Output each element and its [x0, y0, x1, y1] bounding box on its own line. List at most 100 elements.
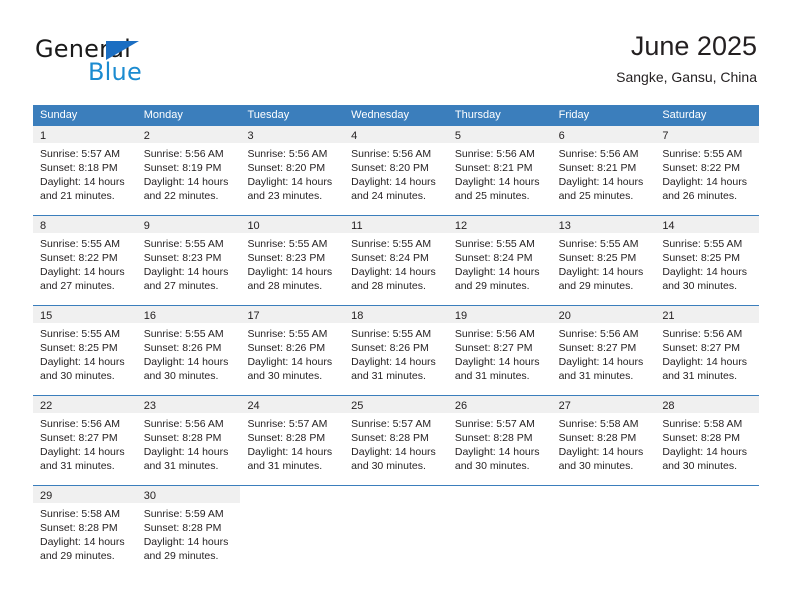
sunset-text: Sunset: 8:28 PM — [454, 432, 533, 444]
day-number-bar: 5 — [447, 126, 552, 143]
day-cell[interactable]: 20 Sunrise: 5:56 AM Sunset: 8:27 PM Dayl… — [551, 306, 656, 395]
sunrise-text: Sunrise: 5:58 AM — [662, 418, 743, 430]
day-cell[interactable]: 4 Sunrise: 5:56 AM Sunset: 8:20 PM Dayli… — [344, 126, 448, 215]
daylight-text-line1: Daylight: 14 hours — [558, 446, 644, 458]
day-details: Sunrise: 5:59 AM Sunset: 8:28 PM Dayligh… — [137, 503, 241, 563]
day-cell[interactable]: 25 Sunrise: 5:57 AM Sunset: 8:28 PM Dayl… — [344, 396, 448, 485]
day-details: Sunrise: 5:55 AM Sunset: 8:23 PM Dayligh… — [240, 233, 344, 293]
day-cell[interactable]: 23 Sunrise: 5:56 AM Sunset: 8:28 PM Dayl… — [136, 396, 241, 485]
day-cell[interactable]: 6 Sunrise: 5:56 AM Sunset: 8:21 PM Dayli… — [551, 126, 656, 215]
sunrise-text: Sunrise: 5:55 AM — [40, 328, 120, 340]
sunrise-text: Sunrise: 5:59 AM — [143, 508, 224, 520]
day-cell[interactable]: 12 Sunrise: 5:55 AM Sunset: 8:24 PM Dayl… — [447, 216, 552, 305]
day-cell[interactable]: 15 Sunrise: 5:55 AM Sunset: 8:25 PM Dayl… — [33, 306, 137, 395]
day-cell[interactable]: 16 Sunrise: 5:55 AM Sunset: 8:26 PM Dayl… — [136, 306, 241, 395]
day-cell[interactable]: 22 Sunrise: 5:56 AM Sunset: 8:27 PM Dayl… — [33, 396, 137, 485]
day-details: Sunrise: 5:55 AM Sunset: 8:24 PM Dayligh… — [344, 233, 448, 293]
day-number: 28 — [662, 400, 675, 412]
week-row: 29 Sunrise: 5:58 AM Sunset: 8:28 PM Dayl… — [33, 485, 760, 575]
sunrise-text: Sunrise: 5:55 AM — [247, 328, 328, 340]
day-number-bar — [448, 486, 552, 503]
daylight-text-line2: and 29 minutes. — [558, 280, 634, 292]
sunrise-text: Sunrise: 5:57 AM — [40, 148, 120, 160]
day-cell[interactable]: 21 Sunrise: 5:56 AM Sunset: 8:27 PM Dayl… — [655, 306, 760, 395]
day-number-bar: 30 — [136, 486, 241, 503]
day-cell[interactable]: 17 Sunrise: 5:55 AM Sunset: 8:26 PM Dayl… — [240, 306, 345, 395]
day-details: Sunrise: 5:55 AM Sunset: 8:24 PM Dayligh… — [448, 233, 552, 293]
sunset-text: Sunset: 8:28 PM — [143, 522, 222, 534]
day-cell[interactable]: 18 Sunrise: 5:55 AM Sunset: 8:26 PM Dayl… — [344, 306, 448, 395]
day-cell[interactable]: 24 Sunrise: 5:57 AM Sunset: 8:28 PM Dayl… — [240, 396, 345, 485]
daylight-text-line1: Daylight: 14 hours — [143, 356, 229, 368]
daylight-text-line2: and 30 minutes. — [143, 370, 219, 382]
sunset-text: Sunset: 8:23 PM — [143, 252, 222, 264]
day-cell[interactable]: 7 Sunrise: 5:55 AM Sunset: 8:22 PM Dayli… — [655, 126, 760, 215]
daylight-text-line1: Daylight: 14 hours — [662, 176, 747, 188]
sunset-text: Sunset: 8:28 PM — [558, 432, 637, 444]
daylight-text-line2: and 30 minutes. — [247, 370, 323, 382]
day-cell[interactable]: 27 Sunrise: 5:58 AM Sunset: 8:28 PM Dayl… — [551, 396, 656, 485]
day-details: Sunrise: 5:55 AM Sunset: 8:25 PM Dayligh… — [655, 233, 759, 293]
sunset-text: Sunset: 8:28 PM — [143, 432, 222, 444]
sunset-text: Sunset: 8:28 PM — [40, 522, 118, 534]
day-cell[interactable]: 29 Sunrise: 5:58 AM Sunset: 8:28 PM Dayl… — [33, 486, 137, 575]
day-details: Sunrise: 5:56 AM Sunset: 8:28 PM Dayligh… — [137, 413, 241, 473]
day-number: 16 — [143, 310, 156, 322]
daylight-text-line1: Daylight: 14 hours — [351, 446, 436, 458]
sunrise-text: Sunrise: 5:55 AM — [247, 238, 328, 250]
week-row: 8 Sunrise: 5:55 AM Sunset: 8:22 PM Dayli… — [33, 215, 760, 305]
daylight-text-line2: and 30 minutes. — [40, 370, 115, 382]
day-cell[interactable]: 28 Sunrise: 5:58 AM Sunset: 8:28 PM Dayl… — [655, 396, 760, 485]
daylight-text-line2: and 30 minutes. — [662, 460, 738, 472]
day-cell[interactable]: 8 Sunrise: 5:55 AM Sunset: 8:22 PM Dayli… — [33, 216, 137, 305]
day-number: 2 — [143, 130, 150, 142]
calendar-page: General Blue June 2025 Sangke, Gansu, Ch… — [0, 0, 792, 612]
day-cell[interactable]: 2 Sunrise: 5:56 AM Sunset: 8:19 PM Dayli… — [136, 126, 241, 215]
day-cell[interactable]: 3 Sunrise: 5:56 AM Sunset: 8:20 PM Dayli… — [240, 126, 345, 215]
day-number-bar: 12 — [447, 216, 552, 233]
daylight-text-line2: and 23 minutes. — [247, 190, 323, 202]
day-number-bar: 29 — [33, 486, 137, 503]
day-cell[interactable]: 13 Sunrise: 5:55 AM Sunset: 8:25 PM Dayl… — [551, 216, 656, 305]
day-cell[interactable]: 1 Sunrise: 5:57 AM Sunset: 8:18 PM Dayli… — [33, 126, 137, 215]
day-cell[interactable]: 14 Sunrise: 5:55 AM Sunset: 8:25 PM Dayl… — [655, 216, 760, 305]
daylight-text-line2: and 26 minutes. — [662, 190, 738, 202]
sunset-text: Sunset: 8:28 PM — [351, 432, 429, 444]
sunset-text: Sunset: 8:20 PM — [351, 162, 429, 174]
day-number: 21 — [662, 310, 675, 322]
day-number-bar: 18 — [344, 306, 448, 323]
weekday-header-saturday: Saturday — [662, 109, 707, 121]
day-cell[interactable]: 19 Sunrise: 5:56 AM Sunset: 8:27 PM Dayl… — [447, 306, 552, 395]
daylight-text-line2: and 30 minutes. — [558, 460, 634, 472]
page-header: General Blue June 2025 Sangke, Gansu, Ch… — [0, 0, 792, 96]
sunrise-text: Sunrise: 5:57 AM — [247, 418, 328, 430]
brand-logo[interactable]: General Blue — [35, 37, 245, 87]
daylight-text-line2: and 31 minutes. — [247, 460, 323, 472]
day-number-bar — [240, 486, 344, 503]
daylight-text-line1: Daylight: 14 hours — [143, 536, 229, 548]
day-number-bar: 25 — [344, 396, 448, 413]
day-number-bar: 10 — [240, 216, 345, 233]
day-cell[interactable]: 5 Sunrise: 5:56 AM Sunset: 8:21 PM Dayli… — [447, 126, 552, 215]
day-details: Sunrise: 5:56 AM Sunset: 8:27 PM Dayligh… — [552, 323, 656, 383]
daylight-text-line2: and 21 minutes. — [40, 190, 115, 202]
daylight-text-line2: and 30 minutes. — [662, 280, 738, 292]
sunset-text: Sunset: 8:19 PM — [143, 162, 222, 174]
day-cell[interactable]: 11 Sunrise: 5:55 AM Sunset: 8:24 PM Dayl… — [344, 216, 448, 305]
daylight-text-line2: and 28 minutes. — [351, 280, 426, 292]
day-number-bar — [552, 486, 656, 503]
day-cell[interactable]: 30 Sunrise: 5:59 AM Sunset: 8:28 PM Dayl… — [136, 486, 241, 575]
daylight-text-line2: and 31 minutes. — [558, 370, 634, 382]
day-details: Sunrise: 5:55 AM Sunset: 8:22 PM Dayligh… — [655, 143, 759, 203]
day-cell[interactable]: 10 Sunrise: 5:55 AM Sunset: 8:23 PM Dayl… — [240, 216, 345, 305]
sunset-text: Sunset: 8:25 PM — [558, 252, 637, 264]
day-cell[interactable]: 26 Sunrise: 5:57 AM Sunset: 8:28 PM Dayl… — [447, 396, 552, 485]
weekday-header-row: Sunday Monday Tuesday Wednesday Thursday… — [33, 105, 759, 126]
sunrise-text: Sunrise: 5:55 AM — [454, 238, 535, 250]
sunrise-text: Sunrise: 5:57 AM — [454, 418, 535, 430]
daylight-text-line1: Daylight: 14 hours — [40, 446, 125, 458]
sunrise-text: Sunrise: 5:56 AM — [454, 328, 535, 340]
day-details: Sunrise: 5:55 AM Sunset: 8:23 PM Dayligh… — [137, 233, 241, 293]
day-cell[interactable]: 9 Sunrise: 5:55 AM Sunset: 8:23 PM Dayli… — [136, 216, 241, 305]
sunset-text: Sunset: 8:22 PM — [662, 162, 740, 174]
